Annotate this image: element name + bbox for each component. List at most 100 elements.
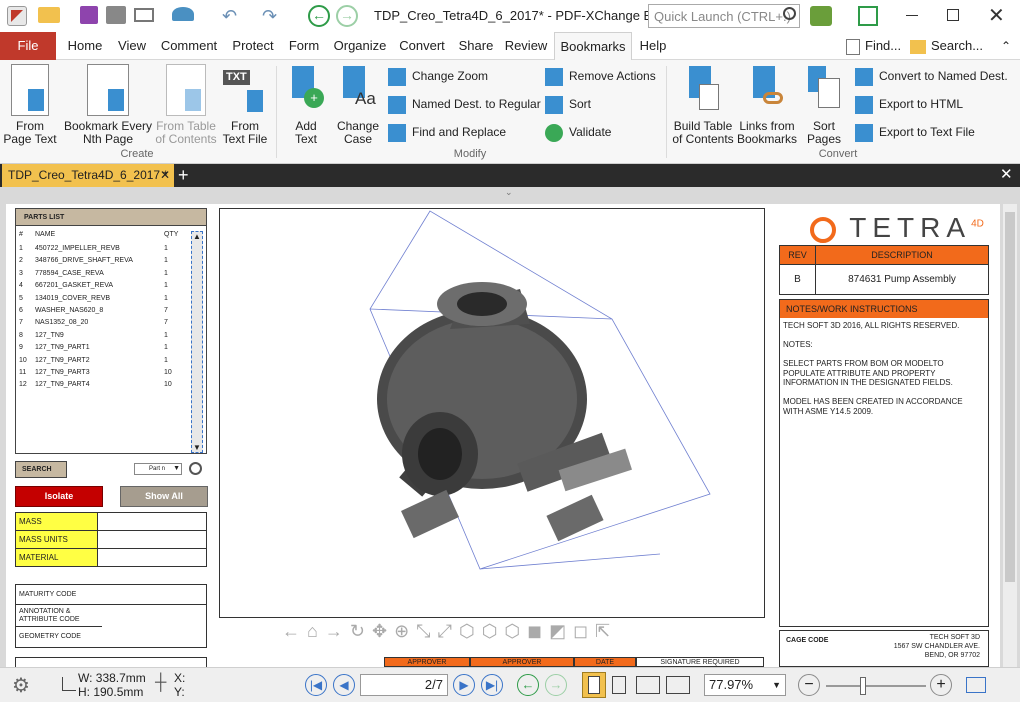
tab-convert[interactable]: Convert [396,32,448,60]
facing-continuous-icon[interactable] [666,676,690,694]
show-all-button[interactable]: Show All [120,486,208,507]
table-row[interactable]: 9 127_TN9_PART1 1 [19,342,191,354]
find-and-replace-button[interactable]: Find and Replace [388,120,506,144]
forward-view-button[interactable]: → [545,674,567,696]
table-row[interactable]: 3 778594_CASE_REVA 1 [19,268,191,280]
from-toc-button[interactable]: From Table of Contents [154,64,218,146]
cube-top-icon[interactable]: ⬡ [482,621,505,641]
table-row[interactable]: 4 667201_GASKET_REVA 1 [19,280,191,292]
from-text-file-button[interactable]: TXT From Text File [218,64,272,146]
minimize-button[interactable] [906,15,918,16]
tab-view[interactable]: View [112,32,152,60]
tab-protect[interactable]: Protect [228,32,278,60]
named-dest-to-regular-button[interactable]: Named Dest. to Regular [388,92,541,116]
add-text-button[interactable]: + Add Text [282,64,330,146]
expand-icon[interactable]: ⤢ [438,621,459,641]
tab-form[interactable]: Form [284,32,324,60]
bookmark-every-nth-button[interactable]: Bookmark Every Nth Page [62,64,154,146]
file-tab[interactable]: File [0,32,56,60]
quick-launch-input[interactable]: Quick Launch (CTRL+.) [648,4,800,28]
single-page-icon[interactable] [582,672,606,698]
open-icon[interactable] [38,7,60,23]
part-search-select[interactable]: Part n ▼ [134,463,182,475]
save-icon[interactable] [80,6,98,24]
parts-scrollbar[interactable]: ▲ ▼ [191,231,203,453]
back-icon[interactable]: ← [308,5,330,27]
tab-help[interactable]: Help [636,32,670,60]
page-number-input[interactable]: 2/7 [360,674,448,696]
close-tab-icon[interactable]: ✕ [160,164,170,187]
table-row[interactable]: 1 450722_IMPELLER_REVB 1 [19,243,191,255]
tab-bookmarks[interactable]: Bookmarks [554,32,632,61]
change-case-button[interactable]: Aa Change Case [332,64,384,146]
print-icon[interactable] [106,6,126,24]
table-row[interactable]: 8 127_TN9 1 [19,330,191,342]
undo-icon[interactable]: ↶ [222,6,237,27]
sort-button[interactable]: Sort [545,92,591,116]
links-from-bookmarks-button[interactable]: Links from Bookmarks [736,64,798,146]
table-row[interactable]: 10 127_TN9_PART2 1 [19,355,191,367]
home-icon[interactable]: ⌂ [307,621,325,641]
zoom-slider-thumb[interactable] [860,677,866,695]
remove-actions-button[interactable]: Remove Actions [545,64,656,88]
status-menu-icon[interactable] [966,677,986,693]
next-view-icon[interactable]: → [325,621,350,641]
prev-page-button[interactable]: ◀ [333,674,355,696]
gear-icon[interactable]: ⚙ [12,673,30,698]
prev-view-icon[interactable]: ← [282,621,307,641]
table-row[interactable]: 11 127_TN9_PART3 10 [19,367,191,379]
close-document-icon[interactable]: ✕ [1000,165,1013,185]
isolate-button[interactable]: Isolate [15,486,103,507]
convert-to-named-dest-button[interactable]: Convert to Named Dest. [855,64,1008,88]
collapse-arrow-icon[interactable]: ⌄ [505,187,513,198]
redo-icon[interactable]: ↷ [262,6,277,27]
search-button[interactable]: Search... [910,32,986,60]
zoom-select[interactable]: 77.97% ▼ [704,674,786,696]
outline-icon[interactable]: ◻ [573,621,595,641]
zoom-in-button[interactable]: + [930,674,952,696]
facing-pages-icon[interactable] [636,676,660,694]
from-page-text-button[interactable]: From Page Text [2,64,58,146]
back-view-button[interactable]: ← [517,674,539,696]
cube-front-icon[interactable]: ⬡ [459,621,482,641]
settings-icon[interactable] [810,6,832,26]
export-to-text-file-button[interactable]: Export to Text File [855,120,975,144]
change-zoom-button[interactable]: Change Zoom [388,64,488,88]
validate-button[interactable]: Validate [545,120,611,144]
build-toc-button[interactable]: Build Table of Contents [670,64,736,146]
tab-review[interactable]: Review [503,32,549,60]
scan-icon[interactable] [172,7,194,21]
table-row[interactable]: 6 WASHER_NAS620_8 7 [19,305,191,317]
table-row[interactable]: 2 348766_DRIVE_SHAFT_REVA 1 [19,255,191,267]
maximize-button[interactable] [947,9,959,21]
first-page-button[interactable]: |◀ [305,674,327,696]
document-tab[interactable]: TDP_Creo_Tetra4D_6_2017 * ✕ [2,164,174,187]
last-page-button[interactable]: ▶| [481,674,503,696]
fullscreen-icon[interactable] [858,6,878,26]
vertical-scrollbar[interactable] [1003,204,1017,667]
table-row[interactable]: 5 134019_COVER_REVB 1 [19,293,191,305]
next-page-button[interactable]: ▶ [453,674,475,696]
move-icon[interactable]: ✥ [372,621,394,641]
forward-icon[interactable]: → [336,5,358,27]
find-button[interactable]: Find... [846,32,908,60]
orbit-icon[interactable]: ↻ [350,621,372,641]
continuous-page-icon[interactable] [612,676,626,694]
3d-model-viewer[interactable]: ←⌂→↻✥⊕⤡⤢⬡⬡⬡◼◩◻⇱ [219,208,765,618]
tab-comment[interactable]: Comment [157,32,221,60]
zoom-slider[interactable] [826,677,926,695]
solid-icon[interactable]: ◼ [527,621,549,641]
sort-pages-button[interactable]: Sort Pages [798,64,850,146]
search-magnifier-icon[interactable] [189,462,202,475]
collapse-ribbon-icon[interactable]: ⌃ [998,32,1014,60]
solid-outline-icon[interactable]: ◩ [549,621,573,641]
new-tab-icon[interactable]: + [178,164,189,186]
tab-home[interactable]: Home [62,32,108,60]
close-button[interactable]: ✕ [988,3,1005,28]
popout-icon[interactable]: ⇱ [595,621,617,641]
table-row[interactable]: 7 NAS1352_08_20 7 [19,317,191,329]
table-row[interactable]: 12 127_TN9_PART4 10 [19,379,191,391]
export-to-html-button[interactable]: Export to HTML [855,92,963,116]
magnify-icon[interactable]: ⊕ [394,621,416,641]
email-icon[interactable] [134,8,154,22]
